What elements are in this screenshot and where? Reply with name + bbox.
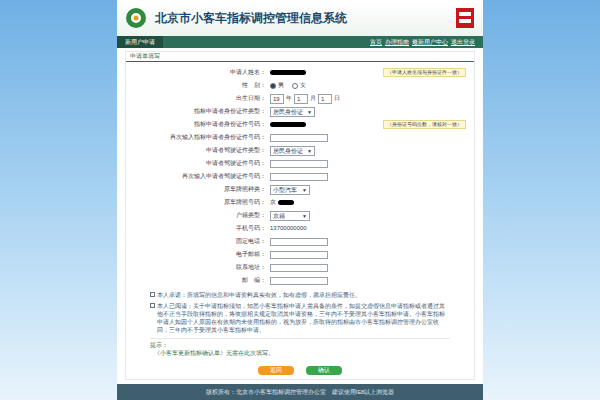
- field-label: 再次输入申请者驾驶证件号码：: [126, 172, 266, 181]
- form-row: 联系地址：: [126, 261, 474, 274]
- date-select[interactable]: 19: [270, 94, 284, 104]
- field-label: 户籍类型：: [126, 211, 266, 220]
- field-label: 原车牌照号码：: [126, 198, 266, 207]
- field-label: 申请者驾驶证件号码：: [126, 159, 266, 168]
- form-row: 手机号码： 13700000000: [126, 222, 474, 235]
- select-field[interactable]: 京籍▼: [270, 211, 310, 221]
- select-field[interactable]: 居民身份证▼: [270, 107, 315, 117]
- form-row: 邮 编：: [126, 274, 474, 287]
- gender-radio[interactable]: 女: [292, 81, 306, 90]
- form: 申请人姓名：（申请人姓名须与身份证件一致）性 别：男女出生日期：19年1月1日指…: [126, 62, 474, 287]
- form-row: 指标申请者身份证件号码： （身份证号码位数，请核对一致）: [126, 118, 474, 131]
- form-row: 电子邮箱：: [126, 248, 474, 261]
- form-row: 性 别： 男女: [126, 79, 474, 92]
- field-label: 固定电话：: [126, 237, 266, 246]
- text-input[interactable]: [270, 251, 328, 259]
- agreements: 本人承诺：所填写的信息和申请资料真实有效，如有虚假，愿承担相应责任。本人已阅读：…: [126, 291, 474, 334]
- date-select[interactable]: 1: [294, 94, 308, 104]
- field-value: 13700000000: [270, 224, 307, 233]
- agreement-item[interactable]: 本人承诺：所填写的信息和申请资料真实有效，如有虚假，愿承担相应责任。: [150, 291, 450, 299]
- form-row: 申请人姓名： （申请人姓名须与身份证件一致）: [126, 66, 474, 79]
- footer: 版权所有：北京市小客车指标调控管理办公室 建议使用IE8以上浏览器: [117, 384, 483, 400]
- text-input[interactable]: [270, 134, 328, 142]
- field-label: 原车牌照种类：: [126, 185, 266, 194]
- nav-bar: 新用户申请 首页办理指南最新用户中心退出登录: [117, 36, 483, 48]
- system-title: 北京市小客车指标调控管理信息系统: [155, 9, 347, 27]
- field-label: 手机号码：: [126, 224, 266, 233]
- form-row: 申请者驾驶证件号码：: [126, 157, 474, 170]
- select-field[interactable]: 居民身份证▼: [270, 146, 315, 156]
- nav-link[interactable]: 首页: [370, 38, 382, 47]
- field-label: 联系地址：: [126, 263, 266, 272]
- form-row: 指标申请者身份证件类型： 居民身份证▼: [126, 105, 474, 118]
- field-note: （申请人姓名须与身份证件一致）: [383, 68, 466, 77]
- main-panel: 北京市小客车指标调控管理信息系统新用户申请 首页办理指南最新用户中心退出登录申请单…: [117, 0, 483, 400]
- form-row: 原车牌照种类： 小型汽车▼: [126, 183, 474, 196]
- emblem-icon: [455, 7, 475, 29]
- field-label: 电子邮箱：: [126, 250, 266, 259]
- redacted-value: [270, 122, 306, 127]
- gender-radio[interactable]: 男: [270, 81, 284, 90]
- field-label: 邮 编：: [126, 276, 266, 285]
- nav-link[interactable]: 最新用户中心: [412, 38, 448, 47]
- text-input[interactable]: [270, 173, 328, 181]
- form-row: 固定电话：: [126, 235, 474, 248]
- field-note: （身份证号码位数，请核对一致）: [383, 120, 466, 129]
- field-label: 性 别：: [126, 81, 266, 90]
- date-select[interactable]: 1: [318, 94, 332, 104]
- action-button[interactable]: 返回: [258, 366, 294, 375]
- redacted-value: [270, 70, 306, 75]
- nav-tab[interactable]: 新用户申请: [117, 36, 163, 48]
- tip-box: 提示：《小客车更新指标确认单》无需在此次填写。: [150, 338, 450, 357]
- form-row: 再次输入指标申请者身份证件号码：: [126, 131, 474, 144]
- field-label: 再次输入指标申请者身份证件号码：: [126, 133, 266, 142]
- logo-icon: [125, 7, 147, 29]
- text-input[interactable]: [270, 160, 328, 168]
- field-label: 指标申请者身份证件号码：: [126, 120, 266, 129]
- form-row: 申请者驾驶证件类型： 居民身份证▼: [126, 144, 474, 157]
- page: 北京市小客车指标调控管理信息系统新用户申请 首页办理指南最新用户中心退出登录申请单…: [0, 0, 600, 400]
- text-input[interactable]: [270, 277, 328, 285]
- form-row: 户籍类型： 京籍▼: [126, 209, 474, 222]
- redacted-value: [278, 200, 294, 205]
- nav-link[interactable]: 办理指南: [385, 38, 409, 47]
- action-button[interactable]: 确认: [306, 366, 342, 375]
- form-row: 再次输入申请者驾驶证件号码：: [126, 170, 474, 183]
- text-input[interactable]: [270, 264, 328, 272]
- field-label: 申请人姓名：: [126, 68, 266, 77]
- text-input[interactable]: [270, 238, 328, 246]
- select-field[interactable]: 小型汽车▼: [270, 185, 310, 195]
- agreement-item[interactable]: 本人已阅读：关于申请指标须知，知悉小客车指标申请人需具备的条件，如提交虚假信息申…: [150, 302, 450, 334]
- section-title: 申请单填写: [126, 52, 474, 62]
- form-row: 原车牌照号码：京: [126, 196, 474, 209]
- field-label: 指标申请者身份证件类型：: [126, 107, 266, 116]
- header: 北京市小客车指标调控管理信息系统: [117, 0, 483, 36]
- field-label: 申请者驾驶证件类型：: [126, 146, 266, 155]
- form-row: 出生日期：19年1月1日: [126, 92, 474, 105]
- nav-link[interactable]: 退出登录: [451, 38, 475, 47]
- field-label: 出生日期：: [126, 94, 266, 103]
